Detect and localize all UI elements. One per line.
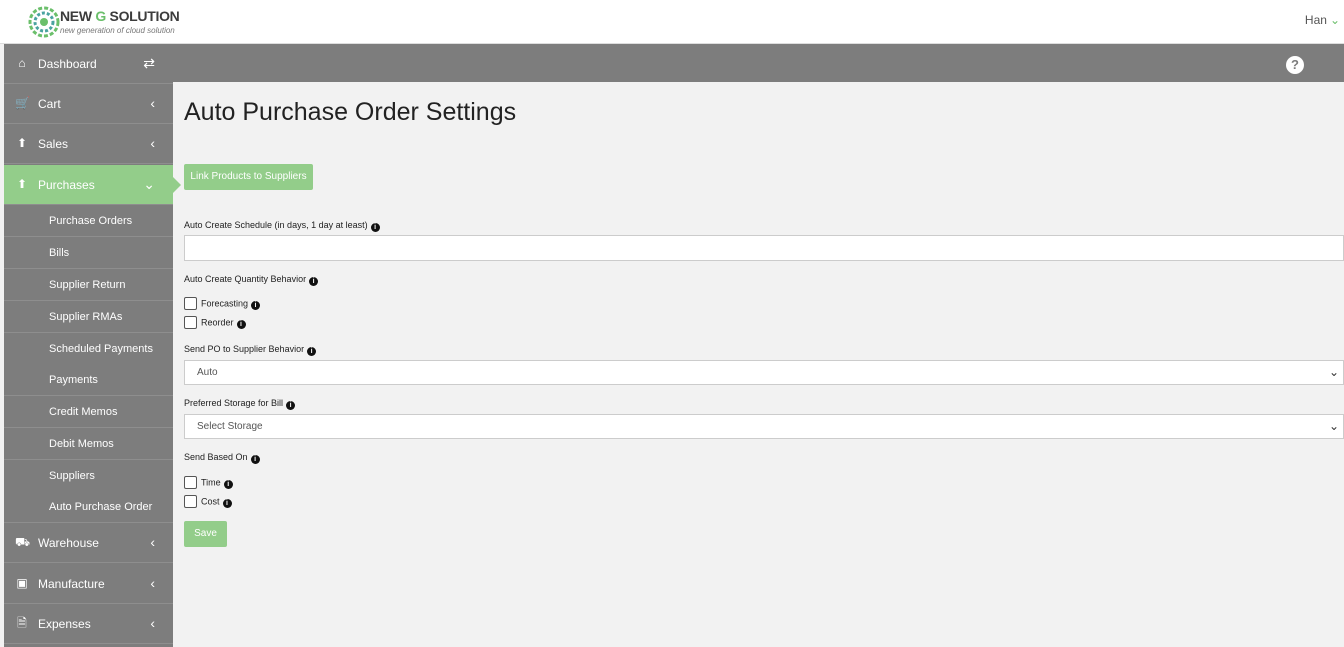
help-icon[interactable]: ? <box>1286 56 1304 74</box>
link-products-button[interactable]: Link Products to Suppliers <box>184 164 313 190</box>
sidebar-item-cart[interactable]: 🛒 Cart ‹ <box>4 84 173 124</box>
sidebar-item-warehouse[interactable]: ⛟ Warehouse ‹ <box>4 523 173 563</box>
forecasting-checkbox[interactable] <box>184 297 197 310</box>
sidebar-item-label: Expenses <box>38 617 91 631</box>
upload-icon: ⬆ <box>16 177 28 191</box>
send-based-label: Send Based On i <box>184 452 260 464</box>
info-icon[interactable]: i <box>222 498 232 508</box>
sidebar: ⌂ Dashboard ⇄ 🛒 Cart ‹ ⬆ Sales ‹ ⬆ Purch… <box>4 44 181 647</box>
page-title: Auto Purchase Order Settings <box>184 98 517 126</box>
user-name: Han <box>1304 13 1327 27</box>
quantity-behavior-label: Auto Create Quantity Behavior i <box>184 274 319 286</box>
sidebar-item-manufacture[interactable]: ▣ Manufacture ‹ <box>4 564 173 604</box>
chevron-left-icon: ‹ <box>150 534 155 550</box>
cart-icon: 🛒 <box>15 96 30 110</box>
reorder-option[interactable]: Reorder i <box>184 316 246 330</box>
sidebar-item-label: Manufacture <box>38 577 105 591</box>
home-icon: ⌂ <box>18 56 26 70</box>
chevron-down-icon: ⌄ <box>1328 419 1339 433</box>
chevron-down-icon: ⌄ <box>143 176 155 192</box>
logo-mark-icon <box>28 6 60 38</box>
sidebar-item-sales[interactable]: ⬆ Sales ‹ <box>4 124 173 164</box>
sidebar-subitem-payments[interactable]: Payments <box>4 364 173 396</box>
time-option[interactable]: Time i <box>184 476 233 490</box>
schedule-input[interactable] <box>184 235 1344 261</box>
sidebar-item-label: Sales <box>38 137 69 151</box>
sidebar-subitem-scheduled-payments[interactable]: Scheduled Payments <box>4 333 173 365</box>
chevron-down-icon: ⌄ <box>1328 365 1339 379</box>
info-icon[interactable]: i <box>307 347 317 356</box>
sidebar-subitem-debit-memos[interactable]: Debit Memos <box>4 428 173 460</box>
save-button[interactable]: Save <box>184 521 227 547</box>
brand-tagline: new generation of cloud solution <box>60 26 175 35</box>
time-checkbox[interactable] <box>184 476 197 489</box>
chevron-down-icon: ⌄ <box>1329 13 1340 27</box>
reorder-checkbox[interactable] <box>184 316 197 329</box>
chevron-left-icon: ‹ <box>150 135 155 151</box>
brand-name: NEW G SOLUTION <box>60 8 180 24</box>
storage-select[interactable]: Select Storage ⌄ <box>184 414 1344 439</box>
truck-icon: ⛟ <box>15 535 31 549</box>
upload-icon: ⬆ <box>16 136 28 150</box>
sidebar-item-label: Cart <box>38 97 61 111</box>
schedule-label: Auto Create Schedule (in days, 1 day at … <box>184 220 380 232</box>
user-menu[interactable]: Han ⌄ <box>1305 13 1340 27</box>
chevron-left-icon: ‹ <box>150 575 155 591</box>
sidebar-item-label: Warehouse <box>38 536 99 550</box>
info-icon[interactable]: i <box>250 455 260 464</box>
forecasting-option[interactable]: Forecasting i <box>184 297 261 311</box>
swap-icon[interactable]: ⇄ <box>143 55 155 72</box>
cost-checkbox[interactable] <box>184 495 197 508</box>
cost-option[interactable]: Cost i <box>184 495 232 509</box>
info-icon[interactable]: i <box>286 401 296 410</box>
info-icon[interactable]: i <box>309 277 319 286</box>
sidebar-item-expenses[interactable]: 🗎 Expenses ‹ <box>4 604 173 644</box>
info-icon[interactable]: i <box>251 300 261 310</box>
sidebar-item-purchases[interactable]: ⬆ Purchases ⌄ <box>4 165 181 205</box>
sidebar-item-dashboard[interactable]: ⌂ Dashboard ⇄ <box>4 44 173 84</box>
info-icon[interactable]: i <box>370 223 380 232</box>
send-po-label: Send PO to Supplier Behavior i <box>184 344 317 356</box>
sidebar-subitem-bills[interactable]: Bills <box>4 237 173 269</box>
top-header: NEW G SOLUTION new generation of cloud s… <box>0 0 1344 44</box>
top-toolbar <box>173 44 1344 82</box>
factory-icon: ▣ <box>16 576 28 590</box>
storage-label: Preferred Storage for Bill i <box>184 398 296 410</box>
info-icon[interactable]: i <box>236 319 246 329</box>
file-icon: 🗎 <box>17 616 27 630</box>
chevron-left-icon: ‹ <box>150 615 155 631</box>
sidebar-item-label: Dashboard <box>38 57 97 71</box>
sidebar-subitem-suppliers[interactable]: Suppliers <box>4 460 173 492</box>
info-icon[interactable]: i <box>223 479 233 489</box>
sidebar-subitem-purchase-orders[interactable]: Purchase Orders <box>4 205 173 237</box>
sidebar-subitem-credit-memos[interactable]: Credit Memos <box>4 396 173 428</box>
sidebar-subitem-supplier-return[interactable]: Supplier Return <box>4 269 173 301</box>
chevron-left-icon: ‹ <box>150 95 155 111</box>
brand-logo[interactable]: NEW G SOLUTION new generation of cloud s… <box>26 4 180 40</box>
send-po-select[interactable]: Auto ⌄ <box>184 360 1344 385</box>
sidebar-item-label: Purchases <box>38 178 95 192</box>
sidebar-subitem-auto-purchase-order[interactable]: Auto Purchase Order <box>4 491 173 523</box>
sidebar-subitem-supplier-rmas[interactable]: Supplier RMAs <box>4 301 173 333</box>
